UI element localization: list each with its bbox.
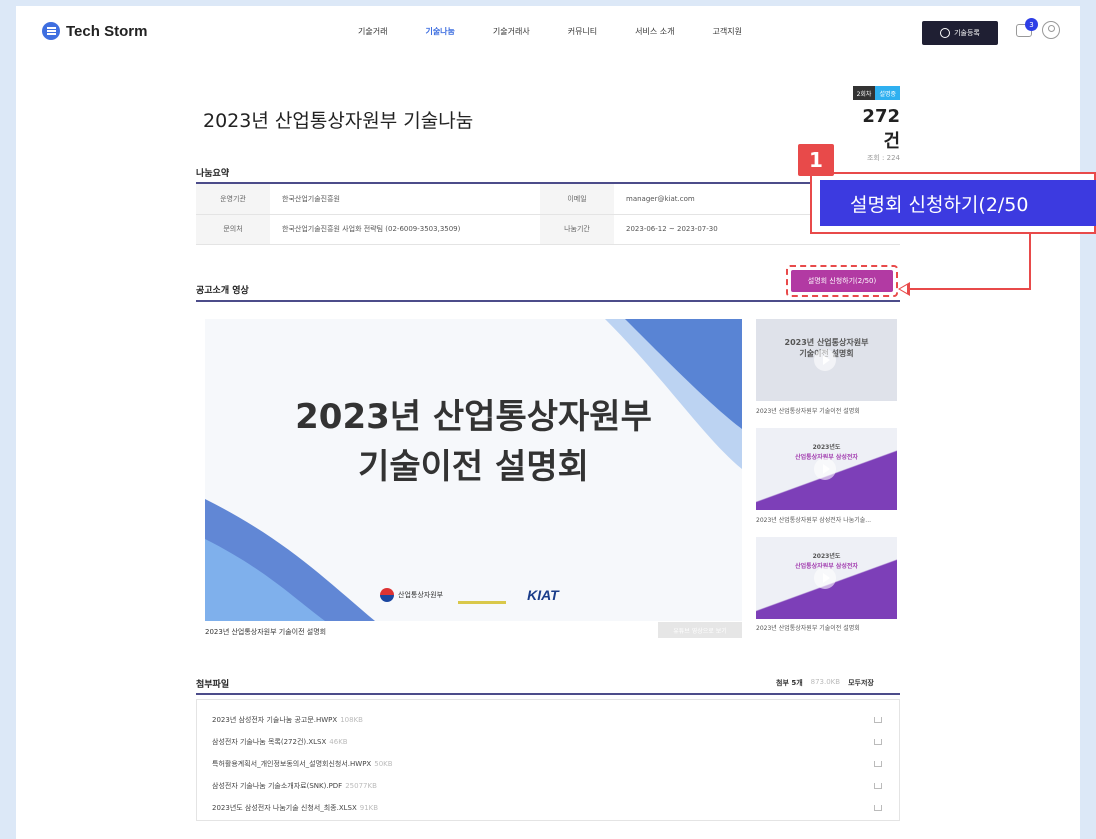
file-item[interactable]: 삼성전자 기술나눔 기술소개자료(SNK).PDF 25077KB (212, 776, 882, 796)
download-all-button[interactable]: 모두저장 (848, 678, 874, 688)
thumb-text: 2023년도 (812, 553, 841, 560)
register-tech-button[interactable]: 기술등록 (922, 21, 998, 45)
video-label: 공고소개 영상 (196, 286, 249, 296)
thumb-text: 2023년 산업통상자원부 (784, 338, 869, 347)
video-thumbnail-1[interactable]: 2023년 산업통상자원부 기술이전 설명회 (756, 319, 897, 401)
register-label: 기술등록 (954, 29, 980, 37)
view-count: 조회 : 224 (866, 154, 900, 162)
file-name: 2023년도 삼성전자 나눔기술 신청서_최종.XLSX (212, 804, 357, 812)
attachments-rule (196, 693, 900, 695)
logo[interactable]: Tech Storm (42, 22, 147, 40)
video-title-line1: 2023년 산업통상자원부 (295, 397, 652, 437)
page: Tech Storm 기술거래 기술나눔 기술거래사 커뮤니티 서비스 소개 고… (16, 6, 1080, 839)
user-icon[interactable] (1042, 21, 1060, 39)
file-list: 2023년 삼성전자 기술나눔 공고문.HWPX 108KB 삼성전자 기술나눔 … (196, 699, 900, 821)
arrow-left-icon (898, 282, 910, 296)
youtube-button[interactable]: 유튜브 영상으로 보기 (658, 622, 742, 638)
contact-value: 한국산업기술진흥원 사업화 전략팀 (02-6009-3503,3509) (270, 214, 540, 245)
file-item[interactable]: 특허활용계획서_개인정보동의서_설명회신청서.HWPX 50KB (212, 754, 882, 774)
play-icon (814, 458, 836, 480)
video-title-line2: 기술이전 설명회 (358, 447, 589, 487)
table-row: 문의처 한국산업기술진흥원 사업화 전략팀 (02-6009-3503,3509… (196, 214, 900, 245)
nav-item-broker[interactable]: 기술거래사 (493, 26, 530, 37)
download-icon[interactable] (874, 761, 882, 767)
attachment-count: 첨부 5개 (776, 679, 803, 687)
summary-table: 운영기관 한국산업기술진흥원 이메일 manager@kiat.com 문의처 … (196, 184, 900, 245)
play-icon (814, 349, 836, 371)
file-size: 50KB (374, 760, 393, 768)
thumbnail-caption: 2023년 산업통상자원부 삼성전자 나눔기술... (756, 517, 872, 524)
file-item[interactable]: 2023년 삼성전자 기술나눔 공고문.HWPX 108KB (212, 710, 882, 730)
attachments-meta: 첨부 5개 873.0KB 모두저장 (776, 678, 874, 688)
download-icon[interactable] (874, 783, 882, 789)
page-title: 2023년 산업통상자원부 기술나눔 (203, 110, 474, 132)
download-icon[interactable] (874, 805, 882, 811)
file-size: 108KB (340, 716, 363, 724)
main-nav: 기술거래 기술나눔 기술거래사 커뮤니티 서비스 소개 고객지원 (358, 26, 742, 37)
main-video[interactable]: 2023년 산업통상자원부 기술이전 설명회 산업통상자원부 KIAT (205, 319, 742, 621)
ribbon-logo (458, 601, 506, 604)
thumbnail-caption: 2023년 산업통상자원부 기술이전 설명회 (756, 625, 860, 632)
file-size: 46KB (329, 738, 348, 746)
thumb-text: 2023년도 (812, 444, 841, 451)
contact-label: 문의처 (196, 214, 270, 245)
logo-text: Tech Storm (66, 22, 148, 40)
apply-seminar-button[interactable]: 설명회 신청하기(2/50) (791, 270, 893, 292)
nav-item-community[interactable]: 커뮤니티 (568, 26, 597, 37)
file-name: 삼성전자 기술나눔 기술소개자료(SNK).PDF (212, 782, 343, 790)
download-icon[interactable] (874, 717, 882, 723)
header: Tech Storm 기술거래 기술나눔 기술거래사 커뮤니티 서비스 소개 고… (16, 6, 1080, 58)
nav-item-tech-trade[interactable]: 기술거래 (358, 26, 387, 37)
callout-number: 1 (798, 144, 834, 176)
video-caption: 2023년 산업통상자원부 기술이전 설명회 (205, 628, 327, 636)
attachments-label: 첨부파일 (196, 680, 230, 690)
video-rule (196, 300, 900, 302)
file-name: 특허활용계획서_개인정보동의서_설명회신청서.HWPX (212, 760, 372, 768)
table-row: 운영기관 한국산업기술진흥원 이메일 manager@kiat.com (196, 184, 900, 215)
email-label: 이메일 (540, 184, 614, 215)
file-name: 삼성전자 기술나눔 목록(272건).XLSX (212, 738, 327, 746)
file-item[interactable]: 2023년도 삼성전자 나눔기술 신청서_최종.XLSX 91KB (212, 798, 882, 818)
period-label: 나눔기간 (540, 214, 614, 245)
video-thumbnail-2[interactable]: 2023년도 산업통상자원부 삼성전자 (756, 428, 897, 510)
org-value: 한국산업기술진흥원 (270, 184, 540, 215)
file-name: 2023년 삼성전자 기술나눔 공고문.HWPX (212, 716, 338, 724)
file-size: 25077KB (345, 782, 377, 790)
nav-item-tech-share[interactable]: 기술나눔 (425, 26, 454, 37)
nav-item-support[interactable]: 고객지원 (713, 26, 742, 37)
taegeuk-icon (380, 588, 394, 602)
stat-box: 2회차 설명중 272건 조회 : 224 (846, 86, 900, 162)
tech-count: 272건 (862, 106, 900, 152)
callout-connector (910, 288, 1031, 290)
org-label: 운영기관 (196, 184, 270, 215)
round-badge: 2회차 (852, 86, 876, 100)
callout-connector (1029, 234, 1031, 290)
ministry-logo: 산업통상자원부 (380, 588, 443, 602)
nav-item-service-intro[interactable]: 서비스 소개 (635, 26, 674, 37)
file-item[interactable]: 삼성전자 기술나눔 목록(272건).XLSX 46KB (212, 732, 882, 752)
status-badge: 설명중 (875, 86, 900, 100)
thumbnail-caption: 2023년 산업통상자원부 기술이전 설명회 (756, 408, 860, 415)
attachment-size: 873.0KB (810, 678, 841, 686)
play-icon (814, 567, 836, 589)
file-size: 91KB (359, 804, 379, 812)
video-thumbnail-3[interactable]: 2023년도 산업통상자원부 삼성전자 (756, 537, 897, 619)
kiat-logo: KIAT (527, 587, 559, 603)
download-icon[interactable] (874, 739, 882, 745)
logo-icon (42, 22, 60, 40)
pencil-icon (940, 28, 951, 38)
callout-button-zoom: 설명회 신청하기(2/50 (820, 180, 1096, 226)
chat-badge: 3 (1025, 18, 1038, 31)
summary-label: 나눔요약 (196, 169, 230, 179)
